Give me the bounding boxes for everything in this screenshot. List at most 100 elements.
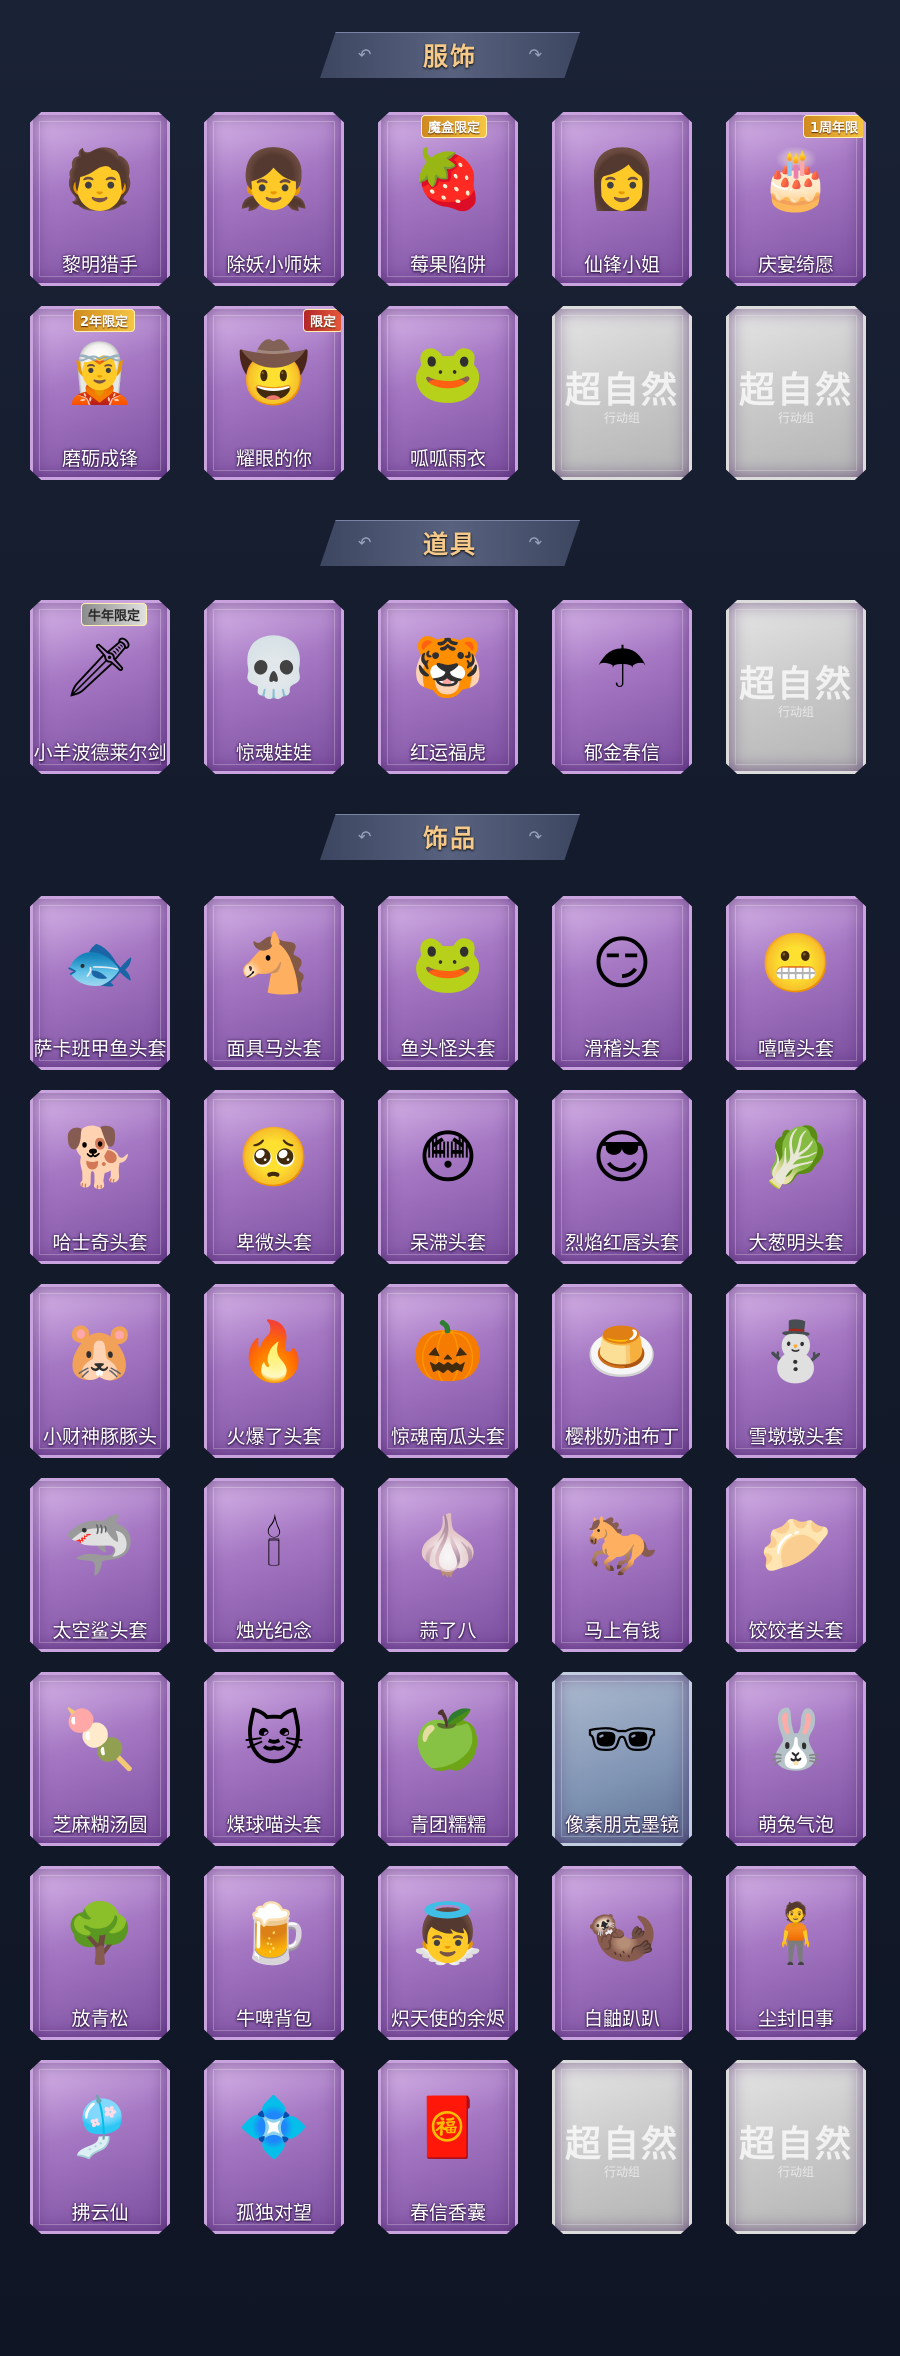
item-card[interactable]: 🧝 磨砺成锋 2年限定 xyxy=(30,306,170,480)
item-card[interactable]: 🐱 煤球喵头套 xyxy=(204,1672,344,1846)
placeholder-logo-text: 超自然 xyxy=(564,2123,679,2165)
item-card[interactable]: 💠 孤独对望 xyxy=(204,2060,344,2234)
item-name: 惊魂娃娃 xyxy=(235,742,312,764)
item-name: 鱼头怪头套 xyxy=(400,1038,496,1060)
item-name: 烛光纪念 xyxy=(235,1620,312,1642)
item-card[interactable]: 🗡 小羊波德莱尔剑 牛年限定 xyxy=(30,600,170,774)
item-card[interactable]: 👼 炽天使的余烬 xyxy=(378,1866,518,2040)
section-header-costumes: ↶ 服饰 ↷ xyxy=(320,32,580,78)
bunny-bubble-icon: 🐰 xyxy=(759,1705,833,1773)
item-card[interactable]: 🥟 饺饺者头套 xyxy=(726,1478,866,1652)
item-card[interactable]: 🐰 萌兔气泡 xyxy=(726,1672,866,1846)
section-header-accessories: ↶ 饰品 ↷ xyxy=(320,814,580,860)
swirl-left-icon: ↶ xyxy=(358,45,372,64)
item-name: 惊魂南瓜头套 xyxy=(390,1426,505,1448)
pumpkin-head-icon: 🎃 xyxy=(411,1317,485,1385)
item-card[interactable]: 🤠 耀眼的你 限定 xyxy=(204,306,344,480)
black-cat-head-icon: 🐱 xyxy=(243,1705,305,1773)
item-card[interactable]: 😬 嘻嘻头套 xyxy=(726,896,866,1070)
placeholder-subtitle: 行动组 xyxy=(777,411,814,425)
item-card[interactable]: 🎂 庆宴绮愿 1周年限 xyxy=(726,112,866,286)
swirl-right-icon: ↷ xyxy=(528,533,542,552)
item-name: 煤球喵头套 xyxy=(226,1814,322,1836)
item-card[interactable]: 💀 惊魂娃娃 xyxy=(204,600,344,774)
item-card[interactable]: 🧑 黎明猎手 xyxy=(30,112,170,286)
item-card[interactable]: 🕶 像素朋克墨镜 xyxy=(552,1672,692,1846)
scallion-head-icon: 🥬 xyxy=(759,1123,833,1191)
item-name: 面具马头套 xyxy=(226,1038,322,1060)
item-name: 萨卡班甲鱼头套 xyxy=(33,1038,167,1060)
item-name: 白鼬趴趴 xyxy=(583,2008,660,2030)
seraph-figure-icon: 👼 xyxy=(411,1899,485,1967)
item-card[interactable]: 🐹 小财神豚豚头 xyxy=(30,1284,170,1458)
item-card[interactable]: 🐸 呱呱雨衣 xyxy=(378,306,518,480)
item-card[interactable]: 😳 呆滞头套 xyxy=(378,1090,518,1264)
item-name: 火爆了头套 xyxy=(226,1426,322,1448)
item-card[interactable]: 🐯 红运福虎 xyxy=(378,600,518,774)
green-rice-ball-icon: 🍏 xyxy=(411,1705,485,1773)
item-name: 烈焰红唇头套 xyxy=(564,1232,679,1254)
pine-bonsai-icon: 🌳 xyxy=(63,1899,137,1967)
item-card[interactable]: 🐕 哈士奇头套 xyxy=(30,1090,170,1264)
item-name: 呆滞头套 xyxy=(409,1232,486,1254)
item-card[interactable]: 🥬 大葱明头套 xyxy=(726,1090,866,1264)
empty-item-card[interactable]: 超自然 行动组 xyxy=(726,306,866,480)
item-card[interactable]: 🍓 莓果陷阱 魔盒限定 xyxy=(378,112,518,286)
item-card[interactable]: 🕯 烛光纪念 xyxy=(204,1478,344,1652)
item-name: 小羊波德莱尔剑 xyxy=(33,742,167,764)
cloud-fairy-charm-icon: 🎐 xyxy=(63,2093,137,2161)
berry-trap-portrait-icon: 🍓 xyxy=(411,145,485,213)
sachet-icon: 🧧 xyxy=(411,2093,485,2161)
item-card[interactable]: 😏 滑稽头套 xyxy=(552,896,692,1070)
item-name: 哈士奇头套 xyxy=(52,1232,148,1254)
item-card[interactable]: 🧄 蒜了八 xyxy=(378,1478,518,1652)
swirl-left-icon: ↶ xyxy=(358,827,372,846)
item-card[interactable]: ☂ 郁金春信 xyxy=(552,600,692,774)
item-card[interactable]: 🎃 惊魂南瓜头套 xyxy=(378,1284,518,1458)
item-card[interactable]: 👩 仙锋小姐 xyxy=(552,112,692,286)
section-title: 道具 xyxy=(422,530,477,559)
umbrella-icon: ☂ xyxy=(596,633,648,701)
item-name: 萌兔气泡 xyxy=(757,1814,834,1836)
item-card[interactable]: 🌳 放青松 xyxy=(30,1866,170,2040)
item-card[interactable]: 🔥 火爆了头套 xyxy=(204,1284,344,1458)
empty-item-card[interactable]: 超自然 行动组 xyxy=(726,2060,866,2234)
item-card[interactable]: 🎐 拂云仙 xyxy=(30,2060,170,2234)
candle-icon: 🕯 xyxy=(265,1511,283,1579)
item-card[interactable]: 🍏 青团糯糯 xyxy=(378,1672,518,1846)
item-card[interactable]: 🐟 萨卡班甲鱼头套 xyxy=(30,896,170,1070)
item-card[interactable]: 🍡 芝麻糊汤圆 xyxy=(30,1672,170,1846)
empty-item-card[interactable]: 超自然 行动组 xyxy=(552,2060,692,2234)
item-name: 春信香囊 xyxy=(409,2202,486,2224)
red-lips-head-icon: 😎 xyxy=(591,1123,653,1191)
item-card[interactable]: 🥺 卑微头套 xyxy=(204,1090,344,1264)
placeholder-subtitle: 行动组 xyxy=(603,2165,640,2179)
item-card[interactable]: 🦈 太空鲨头套 xyxy=(30,1478,170,1652)
item-name: 红运福虎 xyxy=(409,742,486,764)
item-card[interactable]: 🦦 白鼬趴趴 xyxy=(552,1866,692,2040)
item-name: 青团糯糯 xyxy=(409,1814,486,1836)
item-card[interactable]: 🍮 樱桃奶油布丁 xyxy=(552,1284,692,1458)
item-name: 除妖小师妹 xyxy=(226,254,322,276)
item-card[interactable]: 🧍 尘封旧事 xyxy=(726,1866,866,2040)
item-card[interactable]: ⛄ 雪墩墩头套 xyxy=(726,1284,866,1458)
item-name: 雪墩墩头套 xyxy=(748,1426,844,1448)
item-card[interactable]: 🐸 鱼头怪头套 xyxy=(378,896,518,1070)
item-card[interactable]: 👧 除妖小师妹 xyxy=(204,112,344,286)
item-name: 太空鲨头套 xyxy=(52,1620,148,1642)
banquet-portrait-icon: 🎂 xyxy=(759,145,833,213)
item-card[interactable]: 😎 烈焰红唇头套 xyxy=(552,1090,692,1264)
lady-portrait-icon: 👩 xyxy=(585,145,659,213)
item-card[interactable]: 🧧 春信香囊 xyxy=(378,2060,518,2234)
item-card[interactable]: 🐎 马上有钱 xyxy=(552,1478,692,1652)
empty-item-card[interactable]: 超自然 行动组 xyxy=(552,306,692,480)
pixel-sunglasses-icon: 🕶 xyxy=(585,1705,659,1773)
hunter-portrait-icon: 🧑 xyxy=(63,145,137,213)
item-card[interactable]: 🐴 面具马头套 xyxy=(204,896,344,1070)
limited-badge: 魔盒限定 xyxy=(421,115,488,138)
empty-item-card[interactable]: 超自然 行动组 xyxy=(726,600,866,774)
placeholder-logo-text: 超自然 xyxy=(564,369,679,411)
capybara-head-icon: 🐹 xyxy=(63,1317,137,1385)
item-card[interactable]: 🍺 牛啤背包 xyxy=(204,1866,344,2040)
husky-head-icon: 🐕 xyxy=(63,1123,137,1191)
